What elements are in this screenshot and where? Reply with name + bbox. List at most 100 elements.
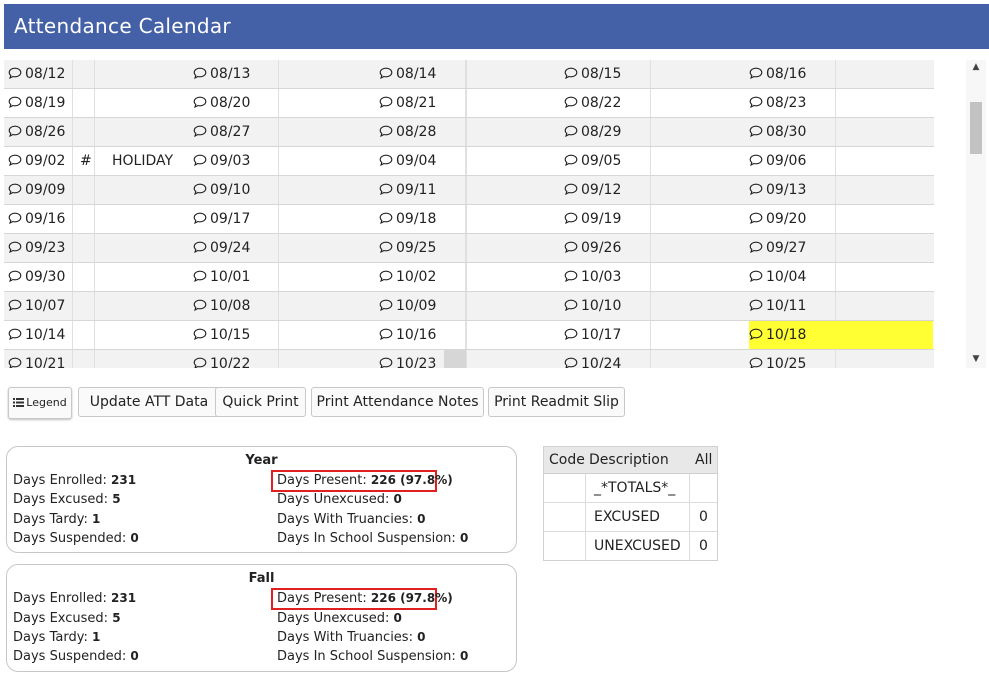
comment-icon[interactable]: [193, 299, 207, 311]
calendar-day-cell[interactable]: 09/09: [8, 176, 65, 204]
comment-icon[interactable]: [193, 270, 207, 282]
calendar-day-cell[interactable]: 09/13: [749, 176, 806, 204]
calendar-day-cell[interactable]: 09/19: [564, 205, 621, 233]
comment-icon[interactable]: [8, 125, 22, 137]
comment-icon[interactable]: [193, 125, 207, 137]
calendar-day-cell[interactable]: 10/18: [749, 321, 806, 349]
comment-icon[interactable]: [379, 154, 393, 166]
comment-icon[interactable]: [749, 299, 763, 311]
calendar-day-cell[interactable]: 08/12: [8, 60, 65, 88]
comment-icon[interactable]: [564, 67, 578, 79]
quick-print-button[interactable]: Quick Print: [215, 387, 306, 417]
comment-icon[interactable]: [379, 328, 393, 340]
calendar-day-cell[interactable]: 09/27: [749, 234, 806, 262]
comment-icon[interactable]: [564, 183, 578, 195]
comment-icon[interactable]: [379, 357, 393, 368]
calendar-day-cell[interactable]: 08/20: [193, 89, 250, 117]
comment-icon[interactable]: [749, 241, 763, 253]
comment-icon[interactable]: [8, 154, 22, 166]
calendar-day-cell[interactable]: 09/03: [193, 147, 250, 175]
update-att-data-button[interactable]: Update ATT Data: [78, 387, 220, 417]
calendar-day-cell[interactable]: 10/22: [193, 350, 250, 368]
calendar-day-cell[interactable]: 09/24: [193, 234, 250, 262]
comment-icon[interactable]: [749, 154, 763, 166]
comment-icon[interactable]: [8, 328, 22, 340]
calendar-day-cell[interactable]: 10/11: [749, 292, 806, 320]
comment-icon[interactable]: [749, 96, 763, 108]
calendar-day-cell[interactable]: 10/07: [8, 292, 65, 320]
comment-icon[interactable]: [564, 241, 578, 253]
calendar-day-cell[interactable]: 08/26: [8, 118, 65, 146]
calendar-day-cell[interactable]: 08/28: [379, 118, 436, 146]
comment-icon[interactable]: [379, 270, 393, 282]
calendar-day-cell[interactable]: 09/12: [564, 176, 621, 204]
calendar-day-cell[interactable]: 09/02: [8, 147, 65, 175]
comment-icon[interactable]: [564, 270, 578, 282]
calendar-day-cell[interactable]: 10/21: [8, 350, 65, 368]
calendar-day-cell[interactable]: 10/08: [193, 292, 250, 320]
calendar-day-cell[interactable]: 10/23: [379, 350, 436, 368]
calendar-day-cell[interactable]: 09/20: [749, 205, 806, 233]
comment-icon[interactable]: [749, 212, 763, 224]
comment-icon[interactable]: [564, 125, 578, 137]
comment-icon[interactable]: [193, 357, 207, 368]
calendar-day-cell[interactable]: 08/22: [564, 89, 621, 117]
scroll-up-arrow-icon[interactable]: ▲: [966, 60, 986, 74]
calendar-day-cell[interactable]: 09/04: [379, 147, 436, 175]
calendar-day-cell[interactable]: 10/04: [749, 263, 806, 291]
comment-icon[interactable]: [379, 125, 393, 137]
print-attendance-notes-button[interactable]: Print Attendance Notes: [311, 387, 484, 417]
comment-icon[interactable]: [379, 299, 393, 311]
calendar-day-cell[interactable]: 10/15: [193, 321, 250, 349]
calendar-day-cell[interactable]: 10/25: [749, 350, 806, 368]
scroll-thumb[interactable]: [970, 102, 982, 154]
comment-icon[interactable]: [8, 212, 22, 224]
comment-icon[interactable]: [749, 67, 763, 79]
calendar-day-cell[interactable]: 09/05: [564, 147, 621, 175]
calendar-day-cell[interactable]: 10/17: [564, 321, 621, 349]
calendar-day-cell[interactable]: 10/14: [8, 321, 65, 349]
comment-icon[interactable]: [564, 96, 578, 108]
calendar-day-cell[interactable]: 09/25: [379, 234, 436, 262]
comment-icon[interactable]: [8, 67, 22, 79]
calendar-day-cell[interactable]: 10/24: [564, 350, 621, 368]
calendar-day-cell[interactable]: 09/16: [8, 205, 65, 233]
calendar-day-cell[interactable]: 08/16: [749, 60, 806, 88]
calendar-day-cell[interactable]: 10/09: [379, 292, 436, 320]
calendar-day-cell[interactable]: 10/01: [193, 263, 250, 291]
calendar-day-cell[interactable]: 08/14: [379, 60, 436, 88]
calendar-day-cell[interactable]: 09/10: [193, 176, 250, 204]
calendar-day-cell[interactable]: 09/30: [8, 263, 65, 291]
comment-icon[interactable]: [193, 154, 207, 166]
comment-icon[interactable]: [8, 241, 22, 253]
calendar-day-cell[interactable]: 08/30: [749, 118, 806, 146]
comment-icon[interactable]: [749, 357, 763, 368]
comment-icon[interactable]: [379, 96, 393, 108]
calendar-day-cell[interactable]: 08/29: [564, 118, 621, 146]
comment-icon[interactable]: [379, 183, 393, 195]
comment-icon[interactable]: [749, 328, 763, 340]
comment-icon[interactable]: [379, 67, 393, 79]
calendar-day-cell[interactable]: 08/13: [193, 60, 250, 88]
comment-icon[interactable]: [8, 270, 22, 282]
calendar-day-cell[interactable]: 10/10: [564, 292, 621, 320]
calendar-day-cell[interactable]: 10/02: [379, 263, 436, 291]
comment-icon[interactable]: [749, 125, 763, 137]
calendar-day-cell[interactable]: 09/17: [193, 205, 250, 233]
calendar-day-cell[interactable]: 09/23: [8, 234, 65, 262]
calendar-day-cell[interactable]: 08/21: [379, 89, 436, 117]
comment-icon[interactable]: [193, 183, 207, 195]
comment-icon[interactable]: [8, 96, 22, 108]
calendar-day-cell[interactable]: 08/23: [749, 89, 806, 117]
print-readmit-slip-button[interactable]: Print Readmit Slip: [488, 387, 625, 417]
comment-icon[interactable]: [193, 212, 207, 224]
calendar-day-cell[interactable]: 08/27: [193, 118, 250, 146]
comment-icon[interactable]: [379, 212, 393, 224]
comment-icon[interactable]: [564, 357, 578, 368]
comment-icon[interactable]: [193, 328, 207, 340]
comment-icon[interactable]: [749, 270, 763, 282]
comment-icon[interactable]: [8, 183, 22, 195]
comment-icon[interactable]: [564, 328, 578, 340]
calendar-day-cell[interactable]: 09/11: [379, 176, 436, 204]
comment-icon[interactable]: [749, 183, 763, 195]
